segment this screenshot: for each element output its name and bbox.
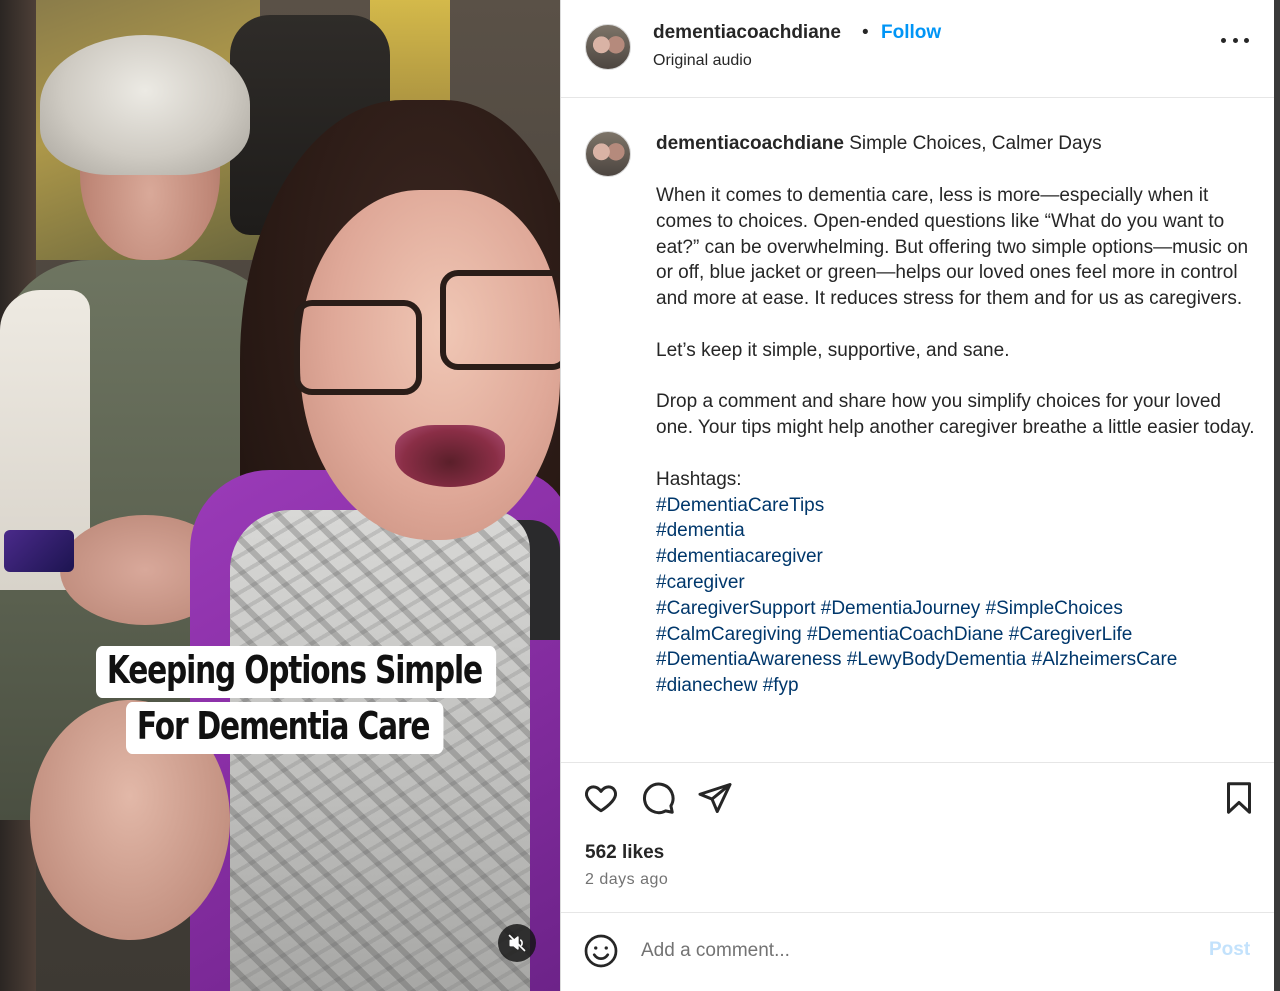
action-bar <box>561 780 1275 824</box>
caption-author-avatar[interactable] <box>585 131 631 177</box>
post-details-panel: dementiacoachdiane • Follow Original aud… <box>560 0 1275 991</box>
hashtag-line: #CalmCaregiving #DementiaCoachDiane #Car… <box>656 622 1256 648</box>
actions-divider <box>561 762 1275 763</box>
hashtag-list: #DementiaCareTips #dementia #dementiacareg… <box>656 493 1256 699</box>
comment-input[interactable] <box>641 937 1161 965</box>
caption-paragraph: Let’s keep it simple, supportive, and sa… <box>656 339 1010 361</box>
hashtag-line: #CaregiverSupport #DementiaJourney #Simp… <box>656 596 1256 622</box>
post-comment-button[interactable]: Post <box>1209 939 1250 961</box>
hashtag-line: #dianechew #fyp <box>656 673 1256 699</box>
likes-count[interactable]: 562 likes <box>585 842 664 864</box>
hashtag-link[interactable]: #DementiaAwareness <box>656 649 842 670</box>
hashtag-link[interactable]: #DementiaCoachDiane <box>807 624 1003 645</box>
hashtag-link[interactable]: #CaregiverSupport <box>656 598 815 619</box>
hashtag-line: #dementiacaregiver <box>656 544 1256 570</box>
author-username[interactable]: dementiacoachdiane <box>653 22 841 44</box>
hashtag-line: #dementia <box>656 518 1256 544</box>
caption-title: Simple Choices, Calmer Days <box>849 133 1102 154</box>
glasses-left-lens <box>294 300 422 395</box>
caption-username[interactable]: dementiacoachdiane <box>656 133 844 154</box>
hashtag-link[interactable]: #DementiaCareTips <box>656 495 824 516</box>
hashtag-link[interactable]: #LewyBodyDementia <box>847 649 1027 670</box>
comment-composer: Post <box>561 912 1275 991</box>
follow-button[interactable]: Follow <box>881 22 941 44</box>
hashtag-link[interactable]: #dementia <box>656 520 745 541</box>
reel-video[interactable]: Keeping Options Simple For Dementia Care <box>0 0 560 991</box>
hashtags-label: Hashtags: <box>656 468 742 490</box>
window-edge <box>1274 0 1280 991</box>
man-hair <box>40 35 250 175</box>
caption-heading: dementiacoachdiane Simple Choices, Calme… <box>656 133 1102 155</box>
hashtag-line: #DementiaAwareness #LewyBodyDementia #Al… <box>656 647 1256 673</box>
video-text-overlay-line1: Keeping Options Simple <box>96 646 496 698</box>
hashtag-link[interactable]: #dementiacaregiver <box>656 546 823 567</box>
post-timestamp[interactable]: 2 days ago <box>585 871 668 889</box>
hashtag-link[interactable]: #SimpleChoices <box>986 598 1123 619</box>
hashtag-link[interactable]: #AlzheimersCare <box>1032 649 1178 670</box>
phone-in-hand <box>4 530 74 572</box>
audio-link[interactable]: Original audio <box>653 52 752 70</box>
hashtag-link[interactable]: #DementiaJourney <box>821 598 980 619</box>
smiley-icon[interactable] <box>583 933 619 969</box>
more-horizontal-icon <box>1221 37 1226 43</box>
video-text-overlay-line2: For Dementia Care <box>126 702 444 754</box>
woman-mouth <box>395 425 505 487</box>
caption-body: When it comes to dementia care, less is … <box>656 183 1256 699</box>
hashtag-link[interactable]: #CalmCaregiving <box>656 624 802 645</box>
paper-plane-icon[interactable] <box>697 780 733 816</box>
more-options-button[interactable] <box>1221 34 1249 46</box>
glasses-right-lens <box>440 270 560 370</box>
author-avatar[interactable] <box>585 24 631 70</box>
hashtag-link[interactable]: #fyp <box>763 675 799 696</box>
hashtag-line: #caregiver <box>656 570 1256 596</box>
mute-toggle-button[interactable] <box>498 924 536 962</box>
hashtag-link[interactable]: #caregiver <box>656 572 745 593</box>
bookmark-icon[interactable] <box>1221 780 1257 816</box>
caption-paragraph: When it comes to dementia care, less is … <box>656 185 1249 310</box>
comment-bubble-icon[interactable] <box>640 780 676 816</box>
hashtag-link[interactable]: #dianechew <box>656 675 757 696</box>
hashtag-link[interactable]: #CaregiverLife <box>1009 624 1133 645</box>
hashtag-line: #DementiaCareTips <box>656 493 1256 519</box>
caption-paragraph: Drop a comment and share how you simplif… <box>656 391 1255 439</box>
speaker-muted-icon <box>508 934 526 952</box>
instagram-post-page: Keeping Options Simple For Dementia Care… <box>0 0 1280 991</box>
heart-icon[interactable] <box>583 780 619 816</box>
separator-dot: • <box>862 22 869 43</box>
header-divider <box>561 97 1275 98</box>
